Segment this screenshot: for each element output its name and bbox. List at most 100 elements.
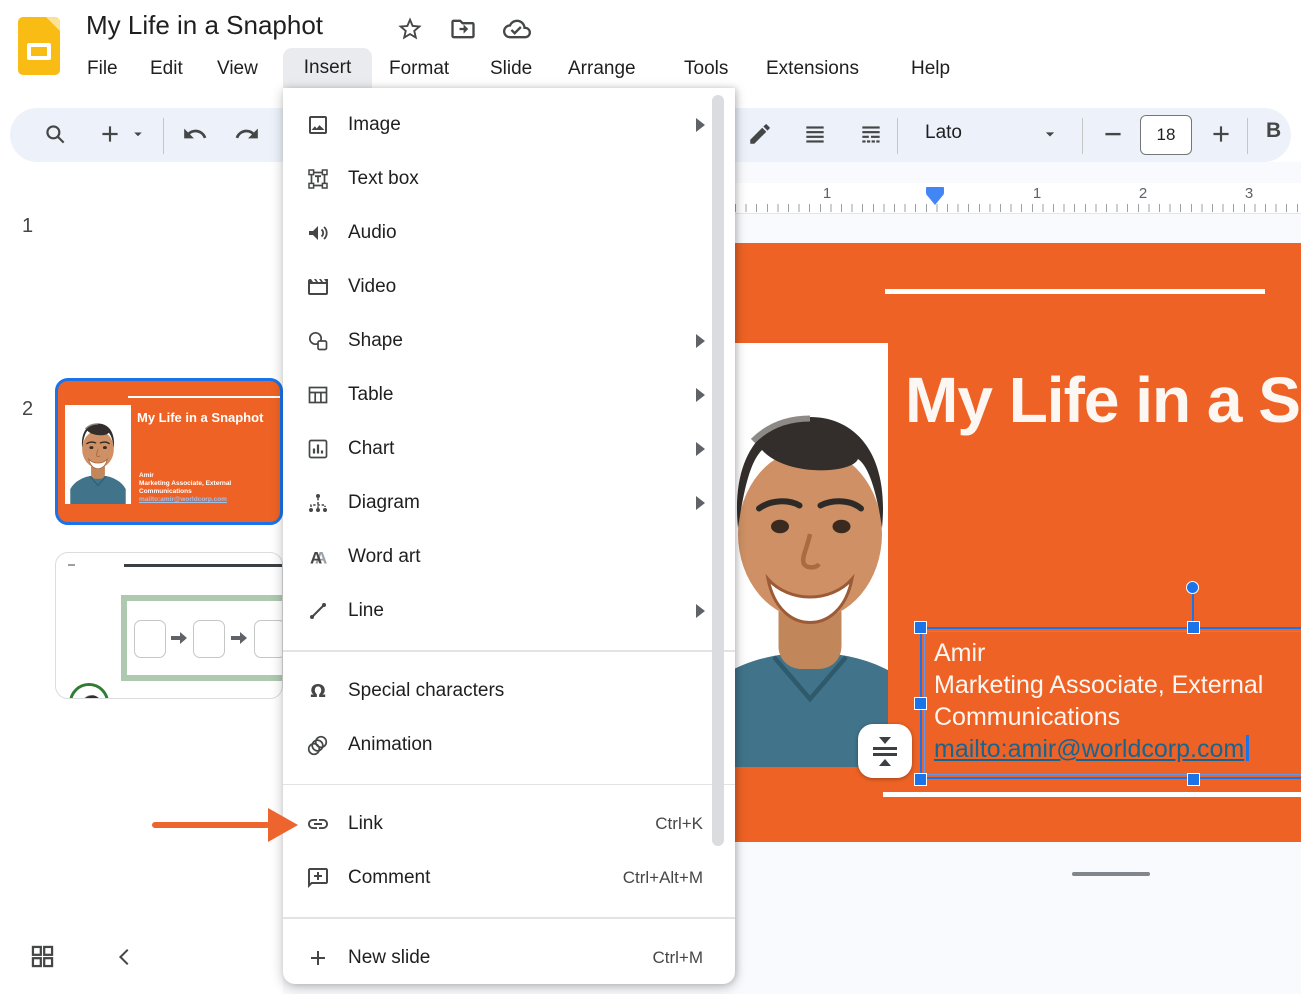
- toolbar-divider: [897, 118, 898, 154]
- font-family-select[interactable]: Lato: [925, 122, 962, 144]
- toolbar-divider: [1082, 118, 1083, 154]
- document-title[interactable]: My Life in a Snaphot: [86, 10, 323, 41]
- thumb2-flow-box: [254, 620, 283, 658]
- rotation-handle[interactable]: [1186, 581, 1199, 594]
- shape-icon: [306, 329, 330, 353]
- star-icon[interactable]: [396, 15, 424, 43]
- toolbar-divider: [163, 118, 164, 154]
- menu-slide[interactable]: Slide: [490, 52, 532, 86]
- grid-view-icon[interactable]: [29, 943, 56, 970]
- link-icon: [306, 812, 330, 836]
- slide-2-thumbnail[interactable]: [55, 552, 283, 699]
- slide-1-number: 1: [22, 215, 33, 238]
- text-cursor: [1246, 735, 1249, 761]
- search-icon[interactable]: [42, 121, 68, 147]
- menu-item-audio[interactable]: Audio: [283, 206, 735, 260]
- resize-handle-bottom-left[interactable]: [914, 773, 927, 786]
- word-art-icon: A A: [306, 545, 330, 569]
- slide-2-number: 2: [22, 398, 33, 421]
- mailto-link-text[interactable]: mailto:amir@worldcorp.com: [934, 735, 1244, 763]
- submenu-arrow-icon: [696, 118, 705, 132]
- checklist-spacing-icon[interactable]: [858, 121, 884, 147]
- indent-marker[interactable]: [926, 187, 944, 205]
- thumb1-text-block: Amir Marketing Associate, External Commu…: [139, 472, 231, 504]
- menu-item-special-characters[interactable]: Ω Special characters: [283, 664, 735, 718]
- menu-item-chart[interactable]: Chart: [283, 422, 735, 476]
- resize-handle-top-middle[interactable]: [1187, 621, 1200, 634]
- menu-file[interactable]: File: [87, 52, 118, 86]
- new-slide-icon: [306, 946, 330, 970]
- resize-handle-top-left[interactable]: [914, 621, 927, 634]
- menu-edit[interactable]: Edit: [150, 52, 183, 86]
- menu-item-video[interactable]: Video: [283, 260, 735, 314]
- bold-button[interactable]: B: [1266, 119, 1281, 143]
- insert-dropdown-menu: Image Text box Audio Video: [283, 88, 735, 984]
- line-icon: [306, 599, 330, 623]
- menu-item-new-slide[interactable]: New slide Ctrl+M: [283, 931, 735, 985]
- menu-item-shape[interactable]: Shape: [283, 314, 735, 368]
- ruler-label: 1: [817, 185, 837, 202]
- menu-tools[interactable]: Tools: [684, 52, 728, 86]
- cloud-saved-icon[interactable]: [503, 15, 531, 43]
- thumb2-flow-box: [134, 620, 166, 658]
- svg-text:Ω: Ω: [310, 681, 325, 702]
- thumb1-title: My Life in a Snaphot: [137, 410, 263, 425]
- google-slides-app: My Life in a Snaphot Amir Marketing Asso…: [0, 0, 1301, 994]
- menu-arrange[interactable]: Arrange: [568, 52, 636, 86]
- slides-logo[interactable]: [18, 17, 60, 75]
- resize-handle-middle-left[interactable]: [914, 697, 927, 710]
- menu-item-word-art[interactable]: A A Word art: [283, 530, 735, 584]
- zoom-dropdown-caret-icon[interactable]: [129, 121, 147, 147]
- menu-item-table[interactable]: Table: [283, 368, 735, 422]
- menu-item-link[interactable]: Link Ctrl+K: [283, 797, 735, 851]
- menu-help[interactable]: Help: [911, 52, 950, 86]
- menu-scrollbar[interactable]: [712, 95, 724, 846]
- image-icon: [306, 113, 330, 137]
- slide-title-text[interactable]: My Life in a Snaphot: [905, 363, 1301, 437]
- thumb2-flow-arrow-icon: [171, 631, 187, 645]
- paint-format-icon[interactable]: [747, 121, 773, 147]
- menu-item-image[interactable]: Image: [283, 98, 735, 152]
- decrease-font-size-icon[interactable]: [1100, 121, 1126, 147]
- current-slide[interactable]: My Life in a Snaphot Amir Marketing Asso…: [700, 243, 1301, 842]
- menu-extensions[interactable]: Extensions: [766, 52, 859, 86]
- annotation-arrow-to-link: [150, 807, 300, 843]
- collapse-filmstrip-chevron-icon[interactable]: [114, 945, 136, 969]
- selected-text-box[interactable]: Amir Marketing Associate, External Commu…: [920, 627, 1301, 779]
- font-size-input[interactable]: 18: [1140, 115, 1192, 155]
- resize-handle-bottom-middle[interactable]: [1187, 773, 1200, 786]
- menu-insert-active[interactable]: Insert: [283, 48, 372, 88]
- ruler-label: 1: [1027, 185, 1047, 202]
- speaker-notes-drag-handle[interactable]: [1072, 872, 1150, 876]
- horizontal-ruler[interactable]: 1 1 2 3: [735, 183, 1301, 214]
- menu-item-comment[interactable]: Comment Ctrl+Alt+M: [283, 851, 735, 905]
- thumb2-top-line: [124, 564, 283, 567]
- text-autofit-button[interactable]: [858, 724, 912, 778]
- logo-fold: [46, 17, 60, 31]
- text-box-icon: [306, 167, 330, 191]
- menu-item-line[interactable]: Line: [283, 584, 735, 638]
- diagram-icon: [306, 491, 330, 515]
- menu-view[interactable]: View: [217, 52, 258, 86]
- svg-text:A: A: [310, 549, 322, 568]
- zoom-add-icon[interactable]: [97, 121, 123, 147]
- undo-icon[interactable]: [182, 121, 208, 147]
- slide-1-thumbnail[interactable]: My Life in a Snaphot Amir Marketing Asso…: [55, 378, 283, 525]
- ruler-label: 3: [1239, 185, 1259, 202]
- menu-format[interactable]: Format: [389, 52, 449, 86]
- text-box-content[interactable]: Amir Marketing Associate, External Commu…: [934, 637, 1263, 765]
- special-characters-icon: Ω: [306, 679, 330, 703]
- menu-item-diagram[interactable]: Diagram: [283, 476, 735, 530]
- font-dropdown-caret-icon[interactable]: [1040, 121, 1060, 147]
- filmstrip-panel: 1 2 My Life in a Snaphot Amir Marketing …: [0, 162, 283, 994]
- line-spacing-icon[interactable]: [802, 121, 828, 147]
- logo-rectangle: [27, 43, 51, 60]
- increase-font-size-icon[interactable]: [1208, 121, 1234, 147]
- menu-item-text-box[interactable]: Text box: [283, 152, 735, 206]
- menu-item-animation[interactable]: Animation: [283, 718, 735, 772]
- ruler-label: 2: [1133, 185, 1153, 202]
- redo-icon[interactable]: [234, 121, 260, 147]
- move-folder-icon[interactable]: [449, 15, 477, 43]
- text-line-link: mailto:amir@worldcorp.com: [934, 733, 1263, 765]
- menu-divider: [283, 784, 735, 786]
